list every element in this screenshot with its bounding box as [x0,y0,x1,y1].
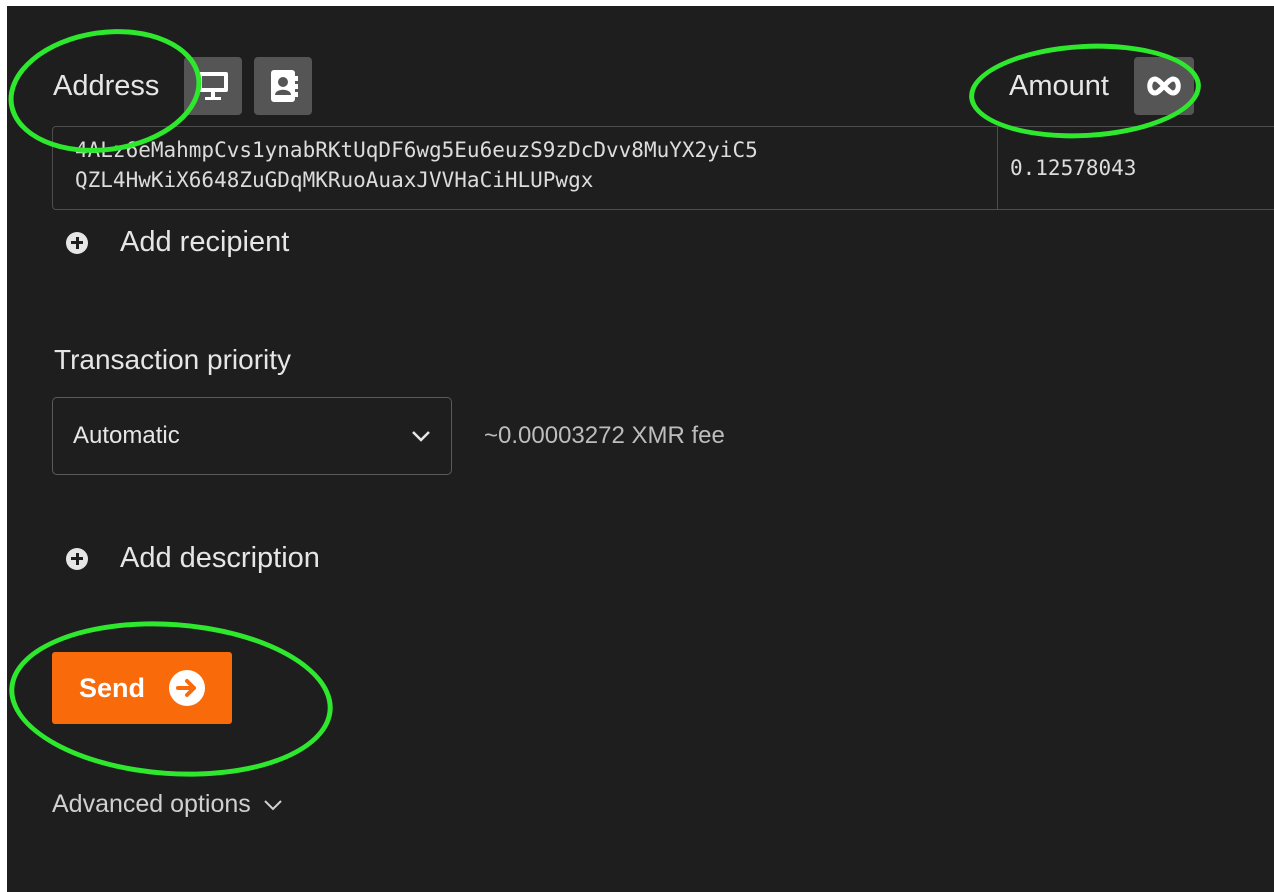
advanced-options-toggle[interactable]: Advanced options [52,790,283,819]
fee-estimate: ~0.00003272 XMR fee [484,422,725,449]
monitor-icon[interactable] [184,57,242,115]
add-recipient-label: Add recipient [120,226,290,258]
address-field[interactable]: 4ALz6eMahmpCvs1ynabRKtUqDF6wg5Eu6euzS9zD… [75,135,995,195]
plus-circle-icon [66,231,88,254]
priority-label: Transaction priority [54,344,292,375]
priority-select[interactable]: Automatic [52,397,452,475]
address-line-1: 4ALz6eMahmpCvs1ynabRKtUqDF6wg5Eu6euzS9zD… [75,138,758,162]
send-label: Send [78,672,145,703]
plus-circle-icon [66,547,88,570]
priority-selected: Automatic [73,422,180,449]
send-button[interactable]: Send [52,652,232,724]
chevron-down-icon [264,799,282,810]
arrow-right-icon [169,670,205,706]
address-book-icon[interactable] [254,57,312,115]
send-form: Address Amount 4ALz6eMahmpCvs1ynabRKtUqD… [0,6,1274,892]
advanced-options-label: Advanced options [52,790,251,818]
address-label: Address [53,70,160,102]
infinity-icon[interactable] [1134,57,1194,115]
add-description-label: Add description [120,542,320,574]
amount-value: 0.12578043 [1010,156,1137,180]
amount-label: Amount [1009,70,1109,102]
address-line-2: QZL4HwKiX6648ZuGDqMKRuoAuaxJVVHaCiHLUPwg… [75,168,594,192]
add-description-button[interactable]: Add description [66,542,320,575]
chevron-down-icon [412,431,430,442]
add-recipient-button[interactable]: Add recipient [66,226,289,259]
amount-field[interactable]: 0.12578043 [997,126,1267,210]
